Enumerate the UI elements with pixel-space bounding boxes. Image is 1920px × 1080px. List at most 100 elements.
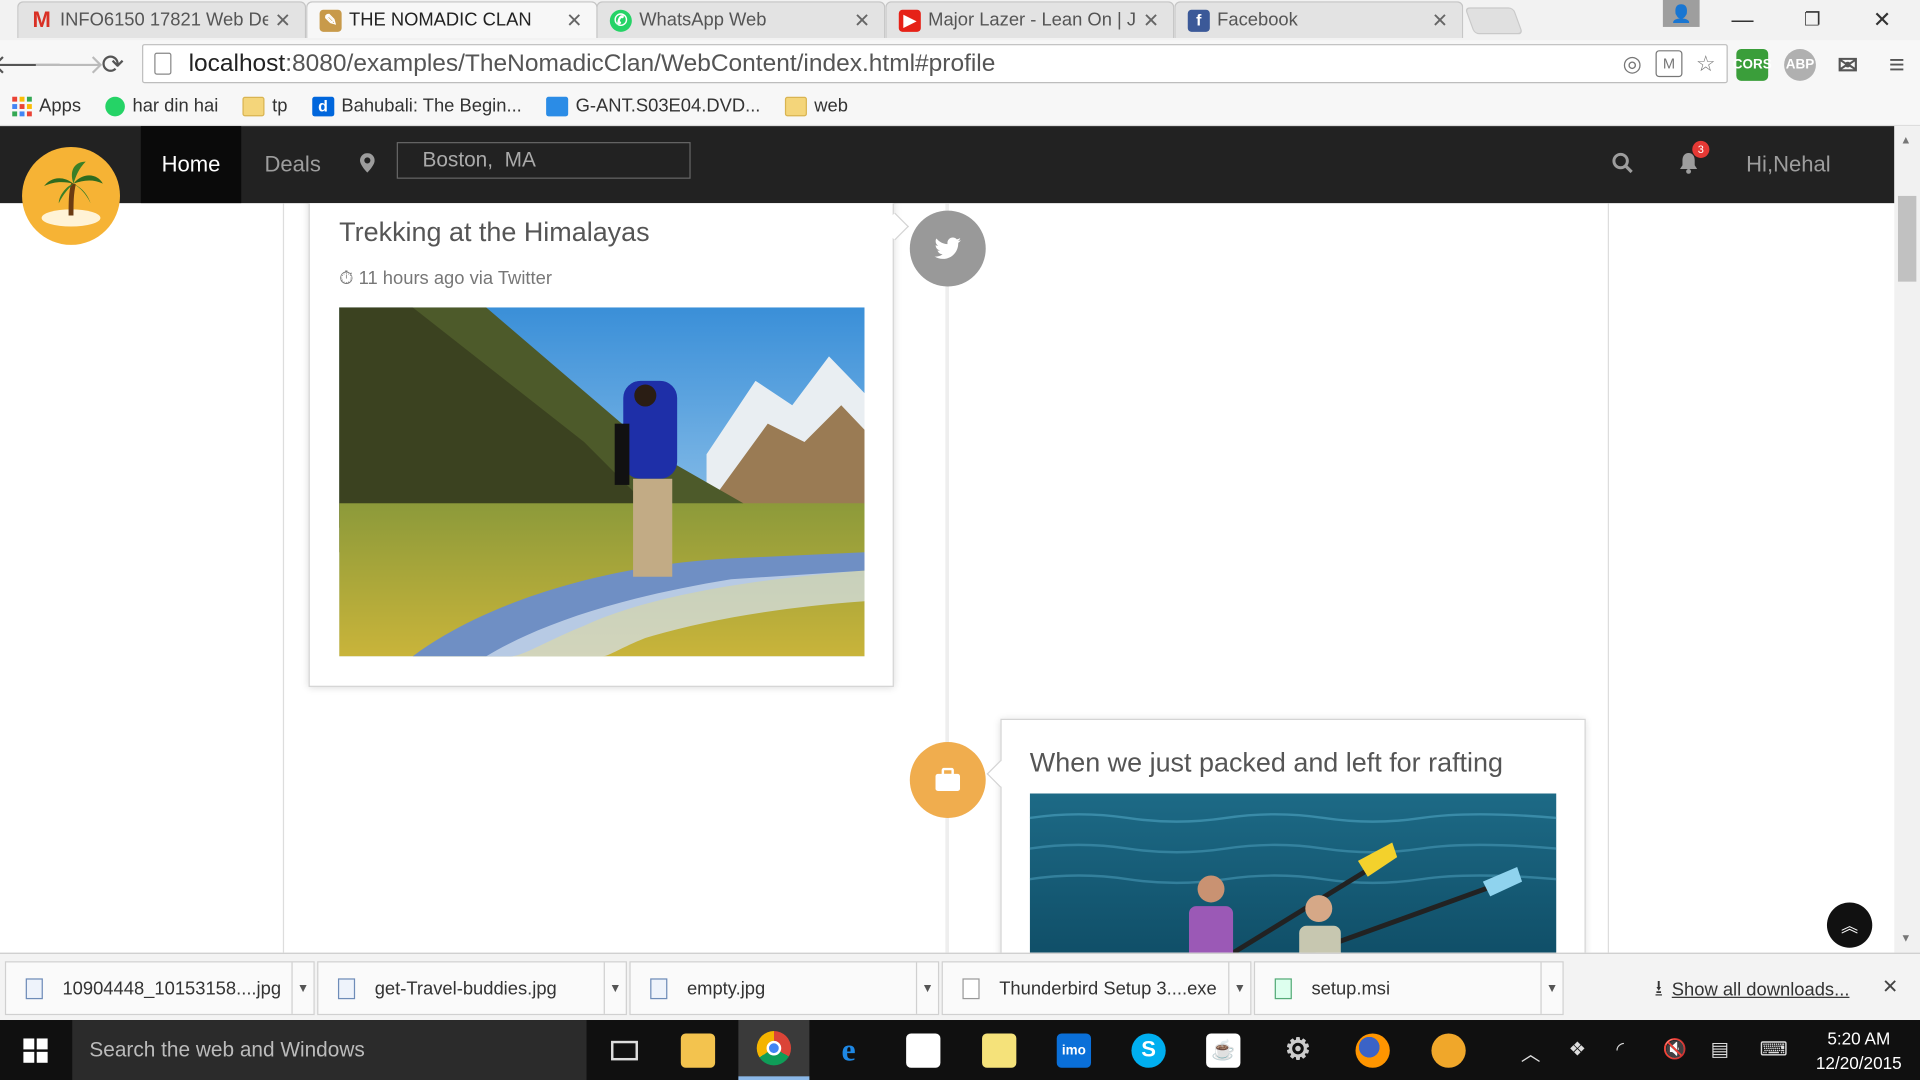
- download-item[interactable]: 10904448_10153158....jpg ▼: [4, 961, 315, 1016]
- close-window-icon[interactable]: ✕: [1864, 5, 1901, 34]
- extension-shield-icon[interactable]: M: [1655, 50, 1683, 78]
- gmail-checker-icon[interactable]: ✉: [1832, 49, 1864, 81]
- taskbar-edge[interactable]: e: [813, 1020, 884, 1080]
- download-item[interactable]: empty.jpg ▼: [629, 961, 940, 1016]
- restore-icon[interactable]: ❐: [1794, 5, 1831, 34]
- tab-label: Facebook: [1217, 9, 1298, 31]
- show-hidden-icons-chevron[interactable]: ︿: [1521, 1037, 1541, 1066]
- search-icon[interactable]: [1611, 152, 1633, 180]
- task-view-button[interactable]: [589, 1020, 660, 1080]
- action-center-icon[interactable]: ▤: [1711, 1037, 1730, 1061]
- taskbar-search-box[interactable]: Search the web and Windows: [72, 1020, 587, 1080]
- tab-nomadic-clan[interactable]: ✎ THE NOMADIC CLAN ✕: [306, 1, 598, 38]
- user-greeting[interactable]: Hi,Nehal: [1746, 152, 1831, 178]
- bookmark-tp[interactable]: tp: [242, 96, 287, 116]
- download-filename: 10904448_10153158....jpg: [62, 977, 282, 999]
- nomadic-icon: ✎: [319, 9, 342, 32]
- location-input[interactable]: [396, 142, 691, 179]
- image-file-icon: [337, 977, 356, 999]
- close-download-bar-icon[interactable]: ✕: [1882, 975, 1898, 999]
- thunderbird-icon: [1431, 1032, 1466, 1068]
- file-explorer-icon: [680, 1032, 716, 1068]
- taskbar-chrome[interactable]: [738, 1020, 810, 1080]
- tab-close-icon[interactable]: ✕: [564, 8, 584, 32]
- task-view-icon: [611, 1040, 638, 1060]
- windows-taskbar: Search the web and Windows e imo S ☕ ⚙ ︿…: [0, 1020, 1920, 1080]
- download-menu-caret-icon[interactable]: ▼: [1228, 962, 1250, 1014]
- cors-extension-icon[interactable]: CORS: [1733, 48, 1772, 81]
- nav-home-label: Home: [161, 151, 221, 177]
- bookmarks-bar: Apps har din hai tp d Bahubali: The Begi…: [0, 86, 1920, 127]
- taskbar-firefox[interactable]: [1337, 1020, 1408, 1080]
- show-all-downloads-link[interactable]: ⭳ Show all downloads...: [1656, 975, 1850, 1006]
- download-menu-caret-icon[interactable]: ▼: [291, 962, 313, 1014]
- tab-close-icon[interactable]: ✕: [1141, 8, 1161, 32]
- minimize-icon[interactable]: —: [1724, 5, 1761, 34]
- tab-facebook[interactable]: f Facebook ✕: [1174, 1, 1464, 38]
- download-menu-caret-icon[interactable]: ▼: [915, 962, 938, 1014]
- reload-icon[interactable]: ⟳: [96, 48, 130, 82]
- wifi-icon[interactable]: ◜: [1616, 1037, 1624, 1061]
- post-image-rafting[interactable]: [1029, 793, 1557, 953]
- bookmark-label: G-ANT.S03E04.DVD...: [575, 95, 761, 117]
- tab-youtube[interactable]: ▶ Major Lazer - Lean On | Jir ✕: [885, 1, 1175, 38]
- taskbar-settings-app[interactable]: ⚙: [1262, 1020, 1333, 1080]
- taskbar-clock[interactable]: 5:20 AM 12/20/2015: [1810, 1026, 1908, 1075]
- scroll-down-arrow-icon[interactable]: ▼: [1900, 932, 1911, 944]
- download-item[interactable]: Thunderbird Setup 3....exe ▼: [941, 961, 1252, 1016]
- taskbar-java[interactable]: ☕: [1188, 1020, 1259, 1080]
- tab-close-icon[interactable]: ✕: [852, 8, 872, 32]
- taskbar-thunderbird[interactable]: [1413, 1020, 1484, 1080]
- post-title: Trekking at the Himalayas: [339, 216, 650, 248]
- folder-icon: [784, 96, 807, 116]
- download-filename: empty.jpg: [686, 977, 766, 999]
- taskbar-store[interactable]: [888, 1020, 959, 1080]
- scroll-up-arrow-icon[interactable]: ▲: [1900, 133, 1911, 145]
- tab-label: THE NOMADIC CLAN: [348, 9, 532, 31]
- taskbar-skype[interactable]: S: [1113, 1020, 1184, 1080]
- url-text: localhost:8080/examples/TheNomadicClan/W…: [188, 49, 996, 77]
- bookmark-bahubali[interactable]: d Bahubali: The Begin...: [311, 96, 522, 116]
- taskbar-imo[interactable]: imo: [1038, 1020, 1109, 1080]
- download-menu-caret-icon[interactable]: ▼: [603, 962, 626, 1014]
- download-menu-caret-icon[interactable]: ▼: [1540, 962, 1562, 1014]
- tab-gmail[interactable]: M INFO6150 17821 Web Des ✕: [17, 1, 307, 38]
- browser-toolbar: 🡐 🡒 ⟳ localhost:8080/examples/TheNomadic…: [0, 40, 1920, 87]
- bookmark-star-icon[interactable]: ☆: [1692, 50, 1719, 77]
- menu-icon[interactable]: ≡: [1881, 49, 1913, 81]
- bookmark-web[interactable]: web: [784, 95, 849, 117]
- scrollbar-thumb[interactable]: [1897, 195, 1917, 282]
- new-tab-button[interactable]: [1464, 7, 1524, 35]
- scroll-to-top-button[interactable]: ︽: [1826, 902, 1873, 948]
- adblock-extension-icon[interactable]: ABP: [1784, 48, 1816, 81]
- bookmark-har-din-hai[interactable]: har din hai: [105, 96, 218, 116]
- download-filename: Thunderbird Setup 3....exe: [999, 977, 1217, 999]
- bookmark-g-ant[interactable]: G-ANT.S03E04.DVD...: [546, 95, 761, 117]
- tab-close-icon[interactable]: ✕: [1430, 8, 1450, 32]
- dropbox-icon[interactable]: ❖: [1569, 1037, 1587, 1061]
- tab-label: Major Lazer - Lean On | Jir: [928, 9, 1137, 31]
- page-icon: [154, 52, 172, 75]
- bookmark-label: web: [814, 95, 849, 117]
- keyboard-icon[interactable]: ⌨: [1760, 1037, 1788, 1061]
- profile-icon[interactable]: 👤: [1662, 0, 1700, 27]
- nav-deals[interactable]: Deals: [264, 152, 320, 178]
- location-target-icon[interactable]: ◎: [1619, 50, 1646, 77]
- site-logo[interactable]: [22, 146, 121, 245]
- bookmark-apps[interactable]: Apps: [12, 96, 81, 116]
- start-button[interactable]: [0, 1020, 71, 1080]
- forward-icon[interactable]: 🡒: [32, 48, 104, 82]
- volume-muted-icon[interactable]: 🔇: [1663, 1037, 1687, 1061]
- nav-home[interactable]: Home: [140, 126, 242, 204]
- download-item[interactable]: get-Travel-buddies.jpg ▼: [317, 961, 627, 1016]
- download-item[interactable]: setup.msi ▼: [1253, 961, 1564, 1016]
- edge-icon: e: [841, 1031, 856, 1068]
- file-icon: [962, 977, 980, 999]
- taskbar-file-explorer[interactable]: [662, 1020, 733, 1080]
- address-bar[interactable]: localhost:8080/examples/TheNomadicClan/W…: [142, 44, 1728, 84]
- tab-whatsapp[interactable]: ✆ WhatsApp Web ✕: [596, 1, 886, 38]
- post-image-trekking[interactable]: [339, 307, 865, 657]
- taskbar-sticky-notes[interactable]: [964, 1020, 1035, 1080]
- tab-close-icon[interactable]: ✕: [273, 8, 293, 32]
- vertical-scrollbar[interactable]: ▲ ▼: [1894, 126, 1920, 953]
